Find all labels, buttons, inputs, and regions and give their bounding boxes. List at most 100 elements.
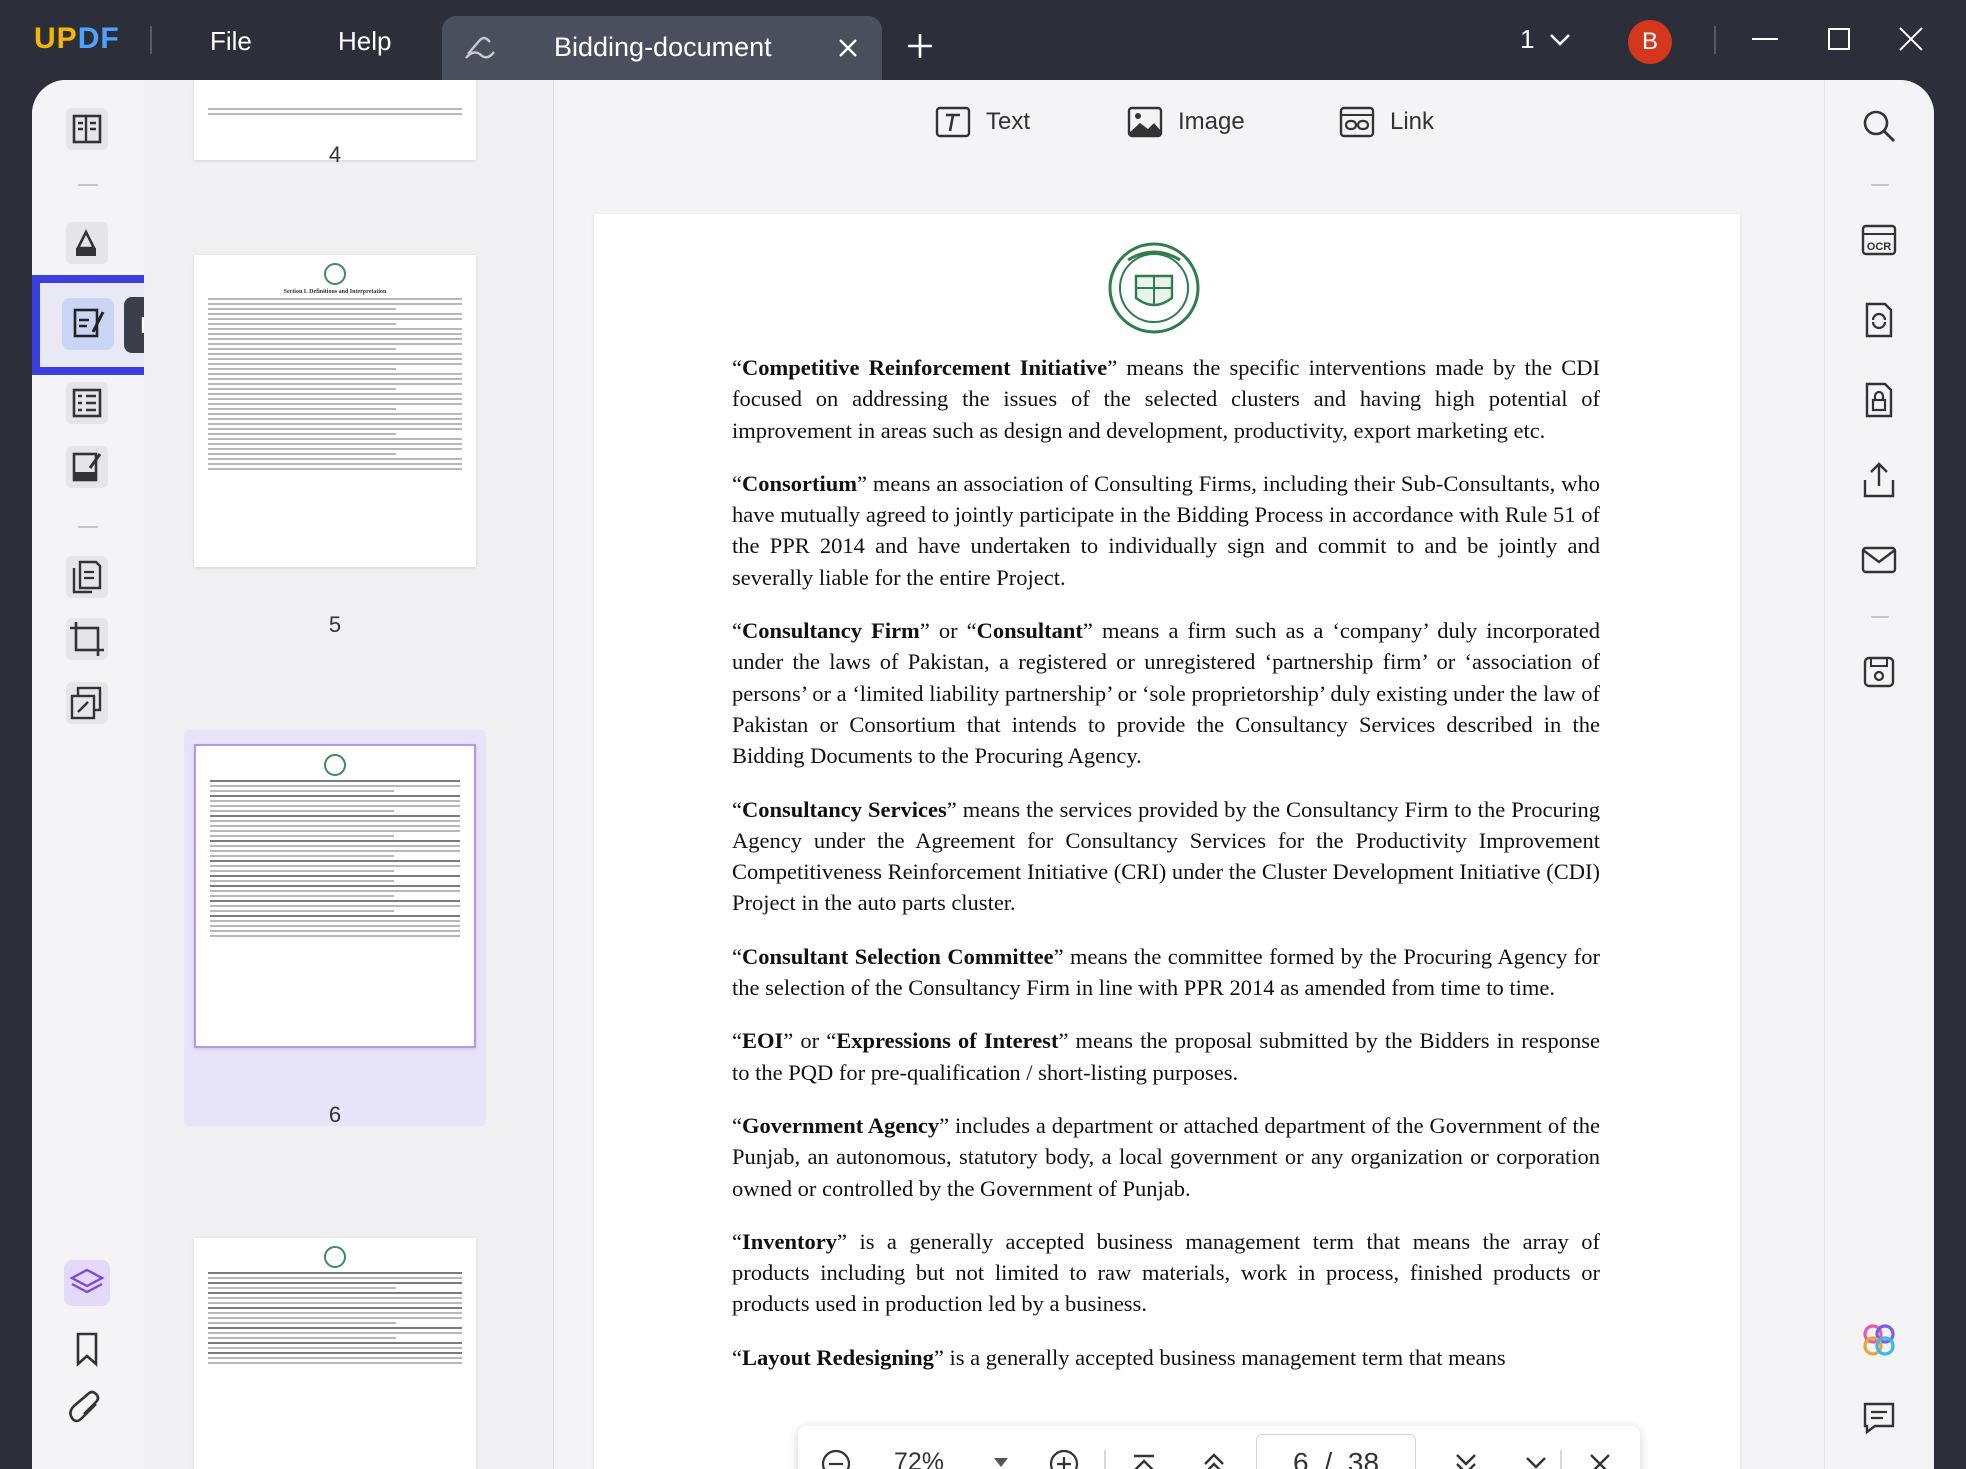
text-label: Text	[986, 108, 1031, 135]
edit-mode-icon	[465, 36, 495, 59]
definition-term: EOI	[742, 1028, 784, 1054]
definition-paragraph: “Competitive Reinforcement Initiative” m…	[732, 355, 1601, 443]
nav-separator	[1560, 1450, 1562, 1469]
close-window-icon[interactable]	[1896, 24, 1926, 54]
current-page: 6	[1292, 1447, 1309, 1469]
page-separator: /	[1324, 1447, 1333, 1469]
definition-term: Consultant	[976, 618, 1083, 644]
svg-text:OCR: OCR	[1867, 241, 1892, 253]
add-image-button[interactable]: Image	[1126, 102, 1245, 142]
definition-paragraph: “Consultancy Services” means the service…	[732, 796, 1600, 916]
page-counter: 1	[1520, 24, 1535, 54]
definition-body: ” means an association of Consulting Fir…	[732, 470, 1600, 590]
left-toolbar: Edit PDF	[32, 80, 258, 1469]
definition-term: Consultancy Firm	[742, 618, 920, 644]
nav-separator	[1104, 1450, 1106, 1469]
share-icon[interactable]	[1859, 460, 1899, 500]
document-area: Text Image Link “Competitive Reinforceme…	[554, 80, 1824, 1469]
page-number-field[interactable]: 6 / 38	[1256, 1434, 1416, 1469]
definition-paragraph: “Government Agency” includes a departmen…	[732, 1112, 1600, 1201]
link-label: Link	[1390, 108, 1435, 135]
edit-pdf-icon[interactable]	[63, 298, 113, 348]
definition-term: Inventory	[742, 1228, 837, 1254]
document-tab[interactable]: Bidding-document	[442, 16, 882, 80]
definition-term: Consortium	[742, 470, 858, 496]
zoom-out-icon[interactable]	[820, 1448, 852, 1469]
updf-logo: UPDF	[34, 22, 120, 55]
page-navigation-bar: 72% 6 / 38	[798, 1426, 1640, 1469]
thumbnail-heading: Section I. Definitions and Interpretatio…	[283, 289, 387, 295]
thumbnail-panel: 4 Section I. Definitions and Interpretat…	[144, 80, 554, 1469]
highlighter-icon[interactable]	[62, 218, 112, 268]
maximize-icon[interactable]	[1824, 24, 1854, 54]
minimize-icon[interactable]	[1750, 24, 1780, 54]
search-icon[interactable]	[1859, 106, 1899, 146]
add-link-button[interactable]: Link	[1338, 102, 1434, 142]
definition-paragraph: “EOI” or “Expressions of Interest” means…	[732, 1028, 1600, 1085]
ocr-icon[interactable]: OCR	[1859, 220, 1899, 260]
link-icon	[1339, 106, 1375, 138]
next-page-icon[interactable]	[1450, 1448, 1482, 1469]
zoom-in-icon[interactable]	[1048, 1448, 1080, 1469]
definition-paragraph: “Consortium” means an association of Con…	[732, 470, 1600, 590]
title-separator	[150, 26, 152, 54]
definition-paragraph: “Consultant Selection Committee” means t…	[732, 943, 1600, 1001]
last-page-icon[interactable]	[1520, 1448, 1552, 1469]
text-icon	[935, 106, 971, 138]
ai-assistant-icon[interactable]	[1859, 1320, 1899, 1360]
toolbar-divider	[78, 526, 98, 528]
definition-body: ” is a generally accepted business manag…	[933, 1344, 1506, 1370]
first-page-icon[interactable]	[1128, 1448, 1160, 1469]
bookmark-icon[interactable]	[62, 1324, 112, 1374]
menu-file[interactable]: File	[210, 26, 252, 57]
email-icon[interactable]	[1859, 540, 1899, 580]
image-label: Image	[1178, 108, 1245, 135]
pages-icon[interactable]	[62, 552, 112, 602]
batch-icon[interactable]	[62, 678, 112, 728]
zoom-level[interactable]: 72%	[894, 1448, 944, 1469]
tab-title: Bidding-document	[554, 32, 772, 62]
protect-icon[interactable]	[1859, 380, 1899, 420]
total-pages: 38	[1347, 1447, 1380, 1469]
definition-paragraph: “Consultancy Firm” or “Consultant” means…	[732, 618, 1601, 769]
organize-icon[interactable]	[62, 378, 112, 428]
menu-help[interactable]: Help	[338, 26, 391, 57]
seal-logo	[1108, 242, 1200, 334]
definition-paragraph: “Inventory” is a generally accepted busi…	[732, 1228, 1600, 1317]
previous-page-icon[interactable]	[1198, 1448, 1230, 1469]
pdf-page[interactable]: “Competitive Reinforcement Initiative” m…	[594, 214, 1740, 1469]
add-tab-icon[interactable]	[906, 32, 934, 60]
image-icon	[1127, 106, 1163, 138]
right-toolbar: OCR	[1824, 80, 1934, 1469]
definition-body: ” is a generally accepted business manag…	[732, 1228, 1600, 1317]
thumbnail-page-7[interactable]	[194, 1238, 476, 1469]
attachment-icon[interactable]	[62, 1384, 112, 1434]
tab-close-icon[interactable]	[836, 36, 860, 60]
comment-icon[interactable]	[1859, 1398, 1899, 1438]
thumbnail-label: 5	[328, 612, 342, 637]
reader-icon[interactable]	[62, 104, 112, 154]
toolbar-divider	[78, 184, 98, 186]
definition-term: Layout Redesigning	[742, 1344, 934, 1370]
thumbnail-page-6[interactable]	[194, 744, 476, 1048]
title-separator	[1714, 26, 1716, 54]
document-text: “Competitive Reinforcement Initiative” m…	[732, 352, 1600, 1395]
edit-toolbar: Text Image Link	[554, 80, 1824, 164]
crop-icon[interactable]	[62, 614, 112, 664]
zoom-dropdown-icon[interactable]	[994, 1458, 1008, 1467]
definition-term: Expressions of Interest	[836, 1028, 1059, 1054]
layers-icon[interactable]	[62, 1258, 112, 1308]
title-bar: UPDF File Help Bidding-document 1 B	[0, 0, 1966, 80]
definition-term: Consultancy Services	[742, 796, 947, 822]
thumbnail-page-5[interactable]: Section I. Definitions and Interpretatio…	[194, 255, 476, 567]
chevron-down-icon[interactable]	[1548, 30, 1572, 50]
user-avatar[interactable]: B	[1628, 20, 1672, 64]
toolbar-divider	[1871, 184, 1889, 186]
sign-form-icon[interactable]	[62, 442, 112, 492]
definition-paragraph: “Layout Redesigning” is a generally acce…	[732, 1344, 1506, 1370]
save-icon[interactable]	[1859, 652, 1899, 692]
add-text-button[interactable]: Text	[934, 102, 1030, 142]
definition-term: Consultant Selection Committee	[742, 943, 1054, 969]
convert-icon[interactable]	[1859, 300, 1899, 340]
close-navbar-icon[interactable]	[1584, 1448, 1616, 1469]
